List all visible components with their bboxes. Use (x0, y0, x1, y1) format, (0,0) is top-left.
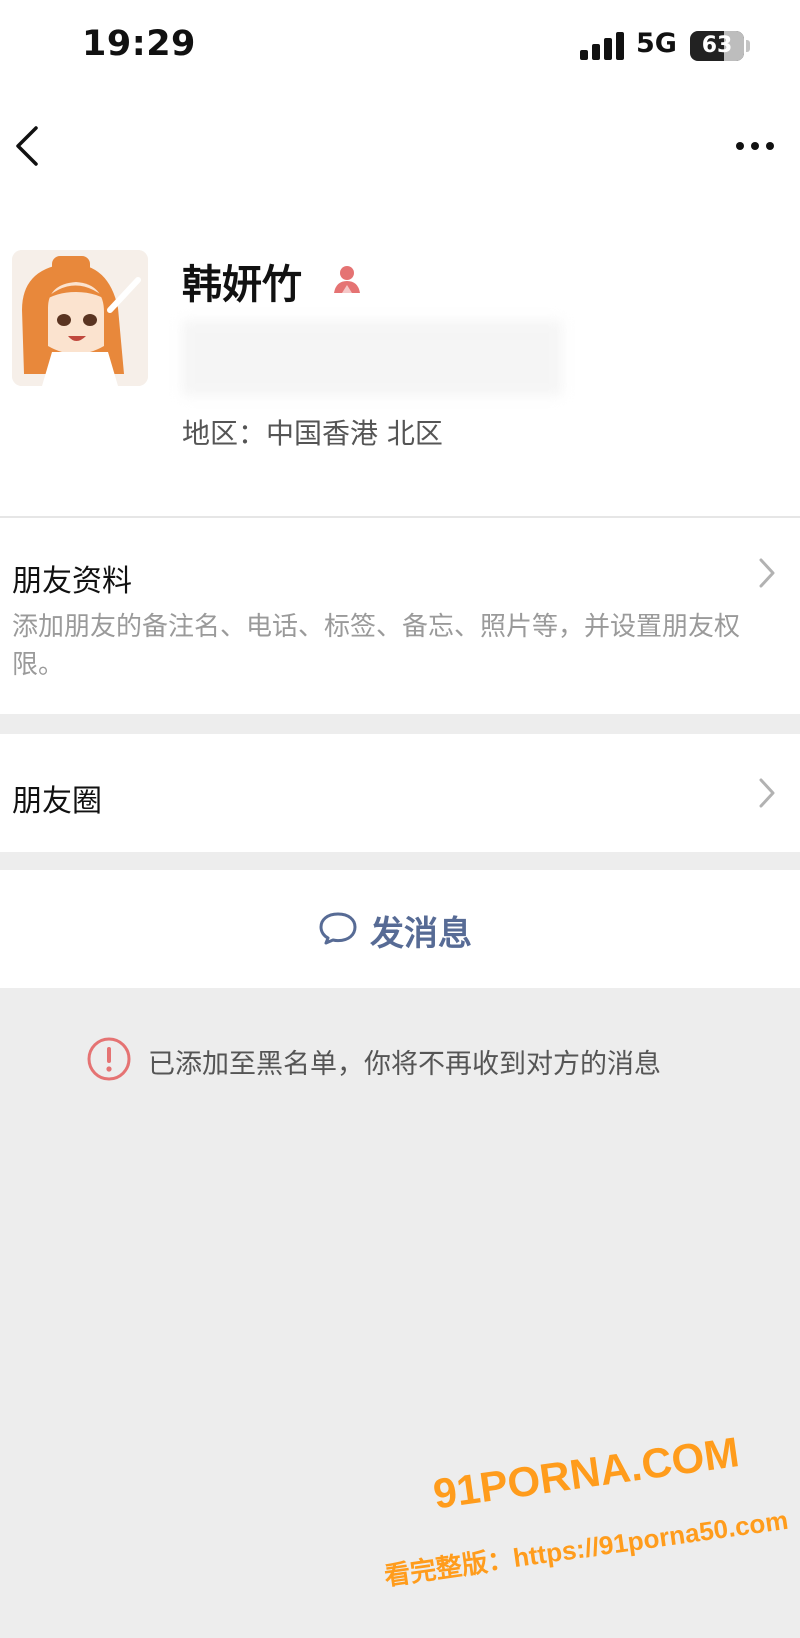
chevron-right-icon (759, 558, 775, 588)
chat-bubble-icon (319, 912, 357, 945)
watermark: 91PORNA.COM 看完整版：https://91porna50.com (371, 1422, 799, 1638)
region-text: 地区：中国香港 北区 (182, 417, 443, 450)
network-type: 5G (636, 28, 677, 59)
redacted-area (182, 320, 562, 396)
battery-tip (746, 40, 750, 52)
avatar[interactable] (12, 250, 148, 386)
moments-cell[interactable]: 朋友圈 (0, 734, 800, 852)
chevron-right-icon (759, 778, 775, 808)
status-bar: 19:29 5G 63 (0, 0, 800, 92)
friend-info-description: 添加朋友的备注名、电话、标签、备忘、照片等，并设置朋友权限。 (12, 612, 741, 680)
avatar-image (12, 250, 148, 386)
battery-level: 63 (701, 33, 733, 58)
battery-icon: 63 (690, 31, 744, 61)
status-time: 19:29 (82, 24, 196, 64)
send-message-button[interactable]: 发消息 (0, 870, 800, 988)
nav-bar (0, 110, 800, 180)
back-button[interactable] (8, 124, 48, 168)
send-message-label: 发消息 (370, 914, 472, 954)
female-user-icon (334, 266, 360, 293)
more-button[interactable] (730, 128, 780, 162)
warning-circle-icon (87, 1037, 131, 1081)
blacklist-notice-text: 已添加至黑名单，你将不再收到对方的消息 (148, 1049, 661, 1080)
friend-info-cell[interactable]: 朋友资料 添加朋友的备注名、电话、标签、备忘、照片等，并设置朋友权限。 (0, 518, 800, 714)
signal-icon (580, 32, 624, 60)
friend-info-title: 朋友资料 (12, 564, 132, 599)
more-dots-icon (736, 142, 744, 150)
chevron-left-icon (16, 126, 38, 166)
moments-title: 朋友圈 (12, 784, 102, 819)
blacklist-notice: 已添加至黑名单，你将不再收到对方的消息 (0, 1034, 800, 1084)
nickname: 韩妍竹 (182, 262, 302, 308)
watermark-brand: 91PORNA.COM (430, 1428, 742, 1518)
